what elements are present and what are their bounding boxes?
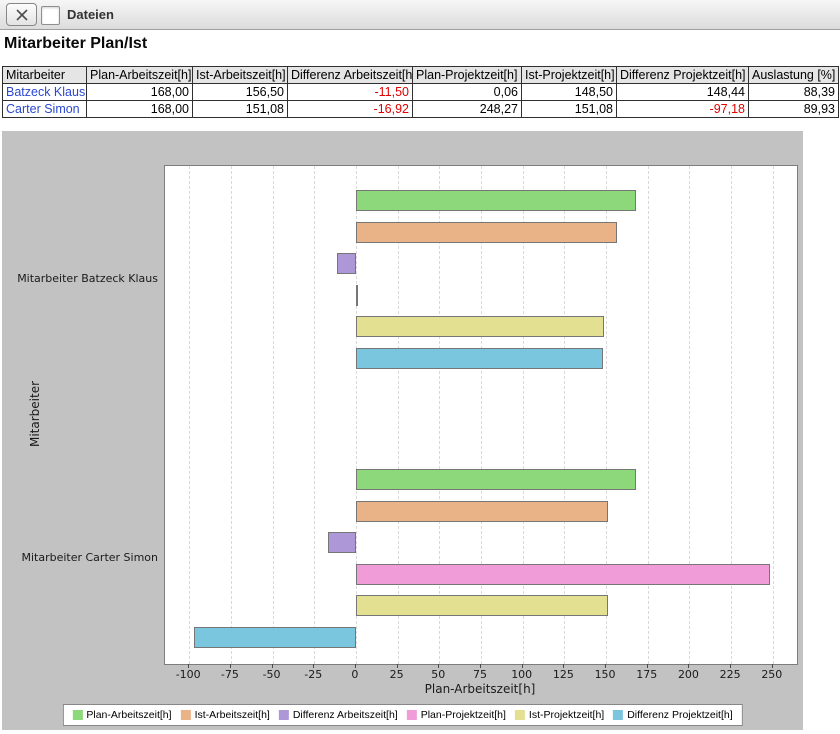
table-cell[interactable]: -97,18 [617, 101, 749, 118]
x-gridline [689, 166, 690, 664]
page-title: Mitarbeiter Plan/Ist [4, 35, 147, 53]
x-gridline [314, 166, 315, 664]
column-header[interactable]: Differenz Projektzeit[h] [617, 67, 749, 84]
legend-item: Ist-Projektzeit[h] [515, 709, 604, 721]
bar-batzeck-series-5 [356, 348, 604, 369]
column-header[interactable]: Differenz Arbeitszeit[h] [288, 67, 413, 84]
legend-item: Plan-Projektzeit[h] [407, 709, 506, 721]
chart-panel: Plan-Arbeitszeit[h] Mitarbeiter Plan-Arb… [2, 131, 803, 730]
table-cell[interactable]: 248,27 [413, 101, 522, 118]
table-cell[interactable]: 0,06 [413, 84, 522, 101]
close-button[interactable] [6, 3, 37, 26]
x-gridline [231, 166, 232, 664]
column-header[interactable]: Mitarbeiter [3, 67, 87, 84]
employee-name-cell[interactable]: Batzeck Klaus [3, 84, 87, 101]
bar-batzeck-series-1 [356, 222, 617, 243]
legend-label: Plan-Projektzeit[h] [421, 709, 506, 721]
legend-label: Differenz Arbeitszeit[h] [293, 709, 398, 721]
table-head: MitarbeiterPlan-Arbeitszeit[h]Ist-Arbeit… [3, 67, 839, 84]
legend-swatch-icon [407, 710, 417, 720]
table-row[interactable]: Batzeck Klaus168,00156,50-11,500,06148,5… [3, 84, 839, 101]
bar-batzeck-series-3 [356, 285, 358, 306]
bar-batzeck-series-4 [356, 316, 604, 337]
plot-area [164, 165, 798, 665]
table-cell[interactable]: 89,93 [749, 101, 839, 118]
legend-item: Differenz Projektzeit[h] [613, 709, 732, 721]
close-icon [14, 7, 30, 23]
table-cell[interactable]: 168,00 [87, 84, 193, 101]
table-cell[interactable]: 168,00 [87, 101, 193, 118]
x-gridline [189, 166, 190, 664]
x-gridline [648, 166, 649, 664]
table-cell[interactable]: 151,08 [522, 101, 617, 118]
toolbar: Dateien [0, 0, 840, 30]
table-cell[interactable]: 88,39 [749, 84, 839, 101]
legend-item: Differenz Arbeitszeit[h] [279, 709, 398, 721]
bar-batzeck-series-2 [337, 253, 356, 274]
table-row[interactable]: Carter Simon168,00151,08-16,92248,27151,… [3, 101, 839, 118]
x-gridline [773, 166, 774, 664]
app-window: Dateien Mitarbeiter Plan/Ist Mitarbeiter… [0, 0, 840, 734]
bar-carter-series-4 [356, 595, 608, 616]
header-row: MitarbeiterPlan-Arbeitszeit[h]Ist-Arbeit… [3, 67, 839, 84]
legend-label: Ist-Arbeitszeit[h] [195, 709, 270, 721]
x-axis-label: Plan-Arbeitszeit[h] [164, 682, 796, 696]
x-gridline [731, 166, 732, 664]
table-cell[interactable]: 148,44 [617, 84, 749, 101]
chart-legend: Plan-Arbeitszeit[h] Ist-Arbeitszeit[h] Dif… [62, 704, 742, 726]
table-cell[interactable]: 148,50 [522, 84, 617, 101]
legend-item: Ist-Arbeitszeit[h] [181, 709, 270, 721]
bar-batzeck-series-0 [356, 190, 636, 211]
bar-carter-series-0 [356, 469, 636, 490]
legend-swatch-icon [279, 710, 289, 720]
legend-swatch-icon [613, 710, 623, 720]
y-axis-label: Mitarbeiter [28, 381, 42, 447]
employee-name-cell[interactable]: Carter Simon [3, 101, 87, 118]
category-label: Mitarbeiter Carter Simon [2, 551, 158, 564]
legend-label: Differenz Projektzeit[h] [627, 709, 732, 721]
legend-item: Plan-Arbeitszeit[h] [72, 709, 171, 721]
category-label: Mitarbeiter Batzeck Klaus [2, 272, 158, 285]
legend-label: Ist-Projektzeit[h] [529, 709, 604, 721]
column-header[interactable]: Plan-Arbeitszeit[h] [87, 67, 193, 84]
table-cell[interactable]: -11,50 [288, 84, 413, 101]
x-gridline [273, 166, 274, 664]
x-tick-label: 250 [742, 668, 802, 681]
bar-carter-series-1 [356, 501, 608, 522]
bar-carter-series-2 [328, 532, 356, 553]
column-header[interactable]: Ist-Projektzeit[h] [522, 67, 617, 84]
legend-swatch-icon [181, 710, 191, 720]
bar-carter-series-3 [356, 564, 770, 585]
column-header[interactable]: Auslastung [%] [749, 67, 839, 84]
bar-carter-series-5 [194, 627, 356, 648]
column-header[interactable]: Plan-Projektzeit[h] [413, 67, 522, 84]
table-body: Batzeck Klaus168,00156,50-11,500,06148,5… [3, 84, 839, 118]
dateien-checkbox[interactable] [41, 6, 60, 25]
table-cell[interactable]: 156,50 [193, 84, 288, 101]
employee-table: MitarbeiterPlan-Arbeitszeit[h]Ist-Arbeit… [2, 66, 839, 118]
table-cell[interactable]: -16,92 [288, 101, 413, 118]
legend-label: Plan-Arbeitszeit[h] [86, 709, 171, 721]
column-header[interactable]: Ist-Arbeitszeit[h] [193, 67, 288, 84]
legend-swatch-icon [72, 710, 82, 720]
legend-swatch-icon [515, 710, 525, 720]
dateien-checkbox-label[interactable]: Dateien [67, 0, 114, 29]
table-cell[interactable]: 151,08 [193, 101, 288, 118]
